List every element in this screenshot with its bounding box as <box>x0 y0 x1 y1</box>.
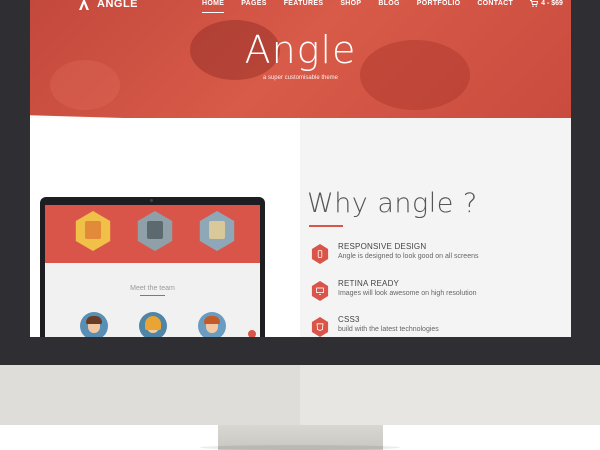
why-angle-heading: Why angle ? <box>307 188 478 219</box>
monitor-bezel-left <box>0 0 30 365</box>
cart-button[interactable]: 4 - $69 <box>530 0 563 7</box>
section-divider <box>140 295 165 296</box>
top-navigation: ANGLE HOME PAGES FEATURES SHOP BLOG PORT… <box>30 0 571 14</box>
feature-description: Images will look awesome on high resolut… <box>338 290 477 297</box>
feature-title: CSS3 <box>338 315 360 324</box>
feature-title: RESPONSIVE DESIGN <box>338 242 427 251</box>
monitor-chin-shade <box>0 365 300 425</box>
monitor-bezel-bottom <box>0 337 600 365</box>
hero-title: Angle <box>244 28 357 72</box>
laptop-screen: Meet the team <box>45 205 260 347</box>
hero-subtitle: a super customisable theme <box>262 75 339 81</box>
laptop-hero <box>45 205 260 263</box>
nav-item-shop[interactable]: SHOP <box>340 0 361 7</box>
stand-shadow <box>200 445 400 450</box>
nav-item-home[interactable]: HOME <box>202 0 225 13</box>
nav-item-features[interactable]: FEATURES <box>284 0 324 7</box>
nav-item-blog[interactable]: BLOG <box>378 0 399 7</box>
photos-icon <box>199 211 235 251</box>
monitor-mockup: ANGLE HOME PAGES FEATURES SHOP BLOG PORT… <box>0 0 600 450</box>
feature-title: RETINA READY <box>338 279 400 288</box>
team-avatar <box>198 312 226 340</box>
heading-underline <box>309 225 343 227</box>
main-menu: HOME PAGES FEATURES SHOP BLOG PORTFOLIO … <box>202 0 563 13</box>
feature-description: build with the latest technologies <box>338 326 439 333</box>
content-right-panel <box>300 118 571 337</box>
team-avatar <box>80 312 108 340</box>
cart-icon <box>530 0 539 7</box>
tools-cup-icon <box>137 211 173 251</box>
pencil-cup-icon <box>75 211 111 251</box>
laptop-preview: Meet the team <box>40 197 265 347</box>
nav-item-portfolio[interactable]: PORTFOLIO <box>417 0 461 7</box>
feature-description: Angle is designed to look good on all sc… <box>338 253 479 260</box>
nav-item-contact[interactable]: CONTACT <box>477 0 513 7</box>
team-avatar <box>139 312 167 340</box>
brand-name: ANGLE <box>97 0 138 10</box>
camera-dot <box>150 199 153 202</box>
meet-the-team-label: Meet the team <box>130 285 175 292</box>
logo-icon <box>79 0 89 10</box>
cart-summary: 4 - $69 <box>541 0 563 7</box>
nav-item-pages[interactable]: PAGES <box>241 0 267 7</box>
brand-logo[interactable]: ANGLE <box>77 0 138 11</box>
monitor-bezel-right <box>571 0 600 365</box>
